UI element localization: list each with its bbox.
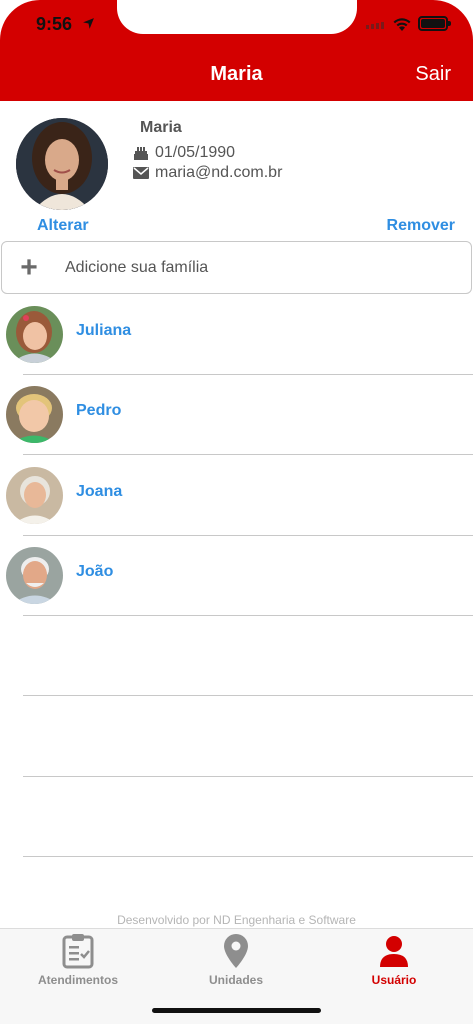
tab-label: Atendimentos [37,973,118,987]
plus-icon: + [20,250,38,284]
elderly-woman-portrait-icon [6,467,63,524]
user-icon [380,936,408,967]
add-family-button[interactable]: + Adicione sua família [1,241,472,294]
avatar [6,386,63,443]
footer-credit: Desenvolvido por ND Engenharia e Softwar… [117,913,356,927]
list-divider [23,615,473,616]
tab-unidades[interactable]: Unidades [161,933,311,987]
profile-name: Maria [140,119,182,136]
remove-photo-button[interactable]: Remover [387,217,455,235]
change-photo-button[interactable]: Alterar [37,217,89,235]
family-member-pedro[interactable]: Pedro [0,380,473,460]
member-name: Joana [76,483,123,500]
wifi-icon [393,18,411,31]
avatar [6,306,63,363]
family-member-juliana[interactable]: Juliana [0,300,473,380]
tab-usuario[interactable]: Usuário [319,933,469,987]
email: maria@nd.com.br [155,164,283,181]
family-member-joao[interactable]: João [0,541,473,621]
member-name: Pedro [76,402,122,419]
email-row: maria@nd.com.br [133,164,282,182]
signal-icon [366,22,384,29]
list-divider [23,535,473,536]
family-member-joana[interactable]: Joana [0,461,473,541]
birth-date-row: 01/05/1990 [133,144,235,162]
home-indicator [152,1008,321,1013]
clipboard-icon [62,934,94,969]
tab-label: Usuário [371,973,417,987]
location-arrow-icon [83,18,94,29]
page-title: Maria [210,63,263,85]
woman-portrait-icon [16,118,108,210]
girl-portrait-icon [6,306,63,363]
logout-button[interactable]: Sair [415,63,451,86]
status-time: 9:56 [36,14,73,34]
avatar [6,547,63,604]
birth-date: 01/05/1990 [155,144,236,161]
avatar [6,467,63,524]
tab-label: Unidades [208,973,263,987]
member-name: Juliana [76,322,132,339]
list-divider [23,454,473,455]
tab-atendimentos[interactable]: Atendimentos [3,933,153,987]
boy-portrait-icon [6,386,63,443]
list-divider [23,695,473,696]
app-header: 9:56 Maria Sair [0,0,473,101]
add-family-label: Adicione sua família [65,258,209,276]
envelope-icon [133,167,149,179]
list-divider [23,776,473,777]
profile-avatar[interactable] [16,118,108,210]
birthday-cake-icon [134,147,148,160]
device-notch [117,0,357,34]
member-name: João [76,563,114,580]
battery-icon [418,16,451,31]
list-divider [23,374,473,375]
list-divider [23,856,473,857]
map-pin-icon [224,934,248,968]
elderly-man-portrait-icon [6,547,63,604]
